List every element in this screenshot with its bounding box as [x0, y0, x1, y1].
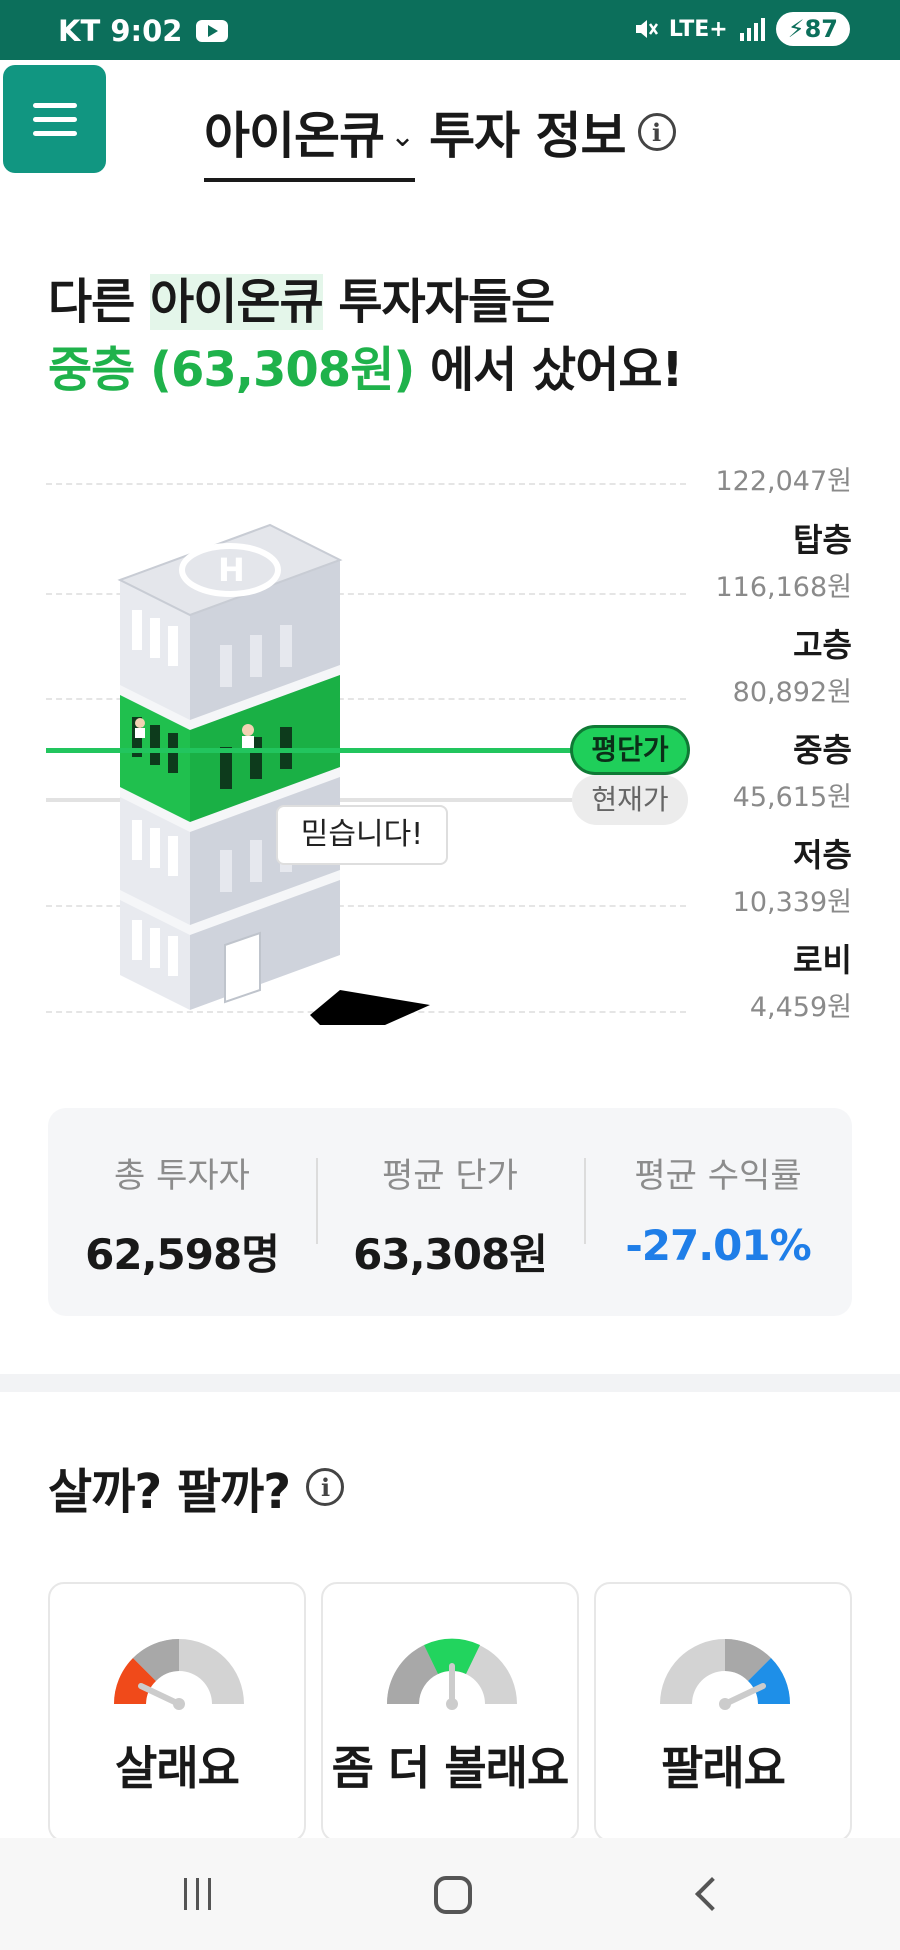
floor-label-lobby: 로비 [793, 941, 852, 979]
wait-card[interactable]: 좀 더 볼래요 [321, 1582, 579, 1842]
speech-bubble: 믿습니다! [276, 805, 448, 865]
headline-stock: 아이온큐 [150, 274, 324, 330]
avg-price-line [46, 748, 586, 753]
current-price-pill: 현재가 [572, 775, 688, 825]
buy-card[interactable]: 살래요 [48, 1582, 306, 1842]
battery-icon: ⚡87 [775, 12, 850, 46]
section-divider [0, 1374, 900, 1392]
stock-name: 아이온큐 [204, 107, 385, 165]
floor-price-mid: 45,615원 [732, 782, 852, 813]
signal-icon [739, 18, 765, 41]
gauge-icon [386, 1638, 517, 1710]
gauge-icon [660, 1639, 791, 1710]
stat-label: 평균 수익률 [634, 1156, 802, 1196]
info-icon[interactable]: i [306, 1468, 345, 1506]
status-bar: KT 9:02 LTE+ ⚡87 [0, 0, 900, 60]
stock-selector[interactable]: 아이온큐 ⌄ [204, 96, 416, 182]
chevron-down-icon: ⌄ [390, 118, 416, 154]
headline: 다른 아이온큐 투자자들은 중층 (63,308원) 에서 샀어요! [48, 268, 683, 404]
floor-label-top: 탑층 [793, 521, 852, 559]
gauge-icon [113, 1639, 244, 1710]
menu-icon [33, 103, 77, 108]
building-illustration: H [117, 523, 430, 1025]
back-icon[interactable] [695, 1877, 729, 1911]
info-icon[interactable]: i [637, 113, 676, 151]
sell-card[interactable]: 팔래요 [594, 1582, 852, 1842]
stat-value: 62,598명 [85, 1230, 280, 1279]
stat-value: -27.01% [625, 1221, 811, 1270]
headline-prefix: 다른 [48, 274, 151, 330]
stat-avg-price: 평균 단가 63,308원 [316, 1148, 584, 1282]
buy-sell-title-text: 살까? 팔까? [48, 1464, 291, 1520]
headline-line1: 다른 아이온큐 투자자들은 [48, 268, 682, 336]
headline-line2: 중층 (63,308원) 에서 샀어요! [48, 336, 683, 404]
svg-text:H: H [218, 551, 245, 589]
floor-label-high: 고층 [793, 626, 852, 664]
menu-icon-bar [33, 117, 77, 122]
headline-bought: 에서 샀어요! [414, 342, 683, 398]
buy-sell-title: 살까? 팔까? i [48, 1452, 345, 1522]
floor-price-low: 10,339원 [732, 887, 852, 918]
top-price: 122,047원 [715, 466, 853, 497]
system-nav-bar [0, 1838, 900, 1950]
recents-icon[interactable] [184, 1878, 211, 1910]
stats-card: 총 투자자 62,598명 평균 단가 63,308원 평균 수익률 -27.0… [48, 1108, 852, 1316]
headline-floor-price: 중층 (63,308원) [48, 342, 415, 398]
network-label: LTE+ [668, 16, 728, 42]
status-right: LTE+ ⚡87 [633, 12, 850, 46]
carrier-time: KT 9:02 [58, 14, 183, 48]
stat-avg-return: 평균 수익률 -27.01% [584, 1148, 852, 1270]
stat-total-investors: 총 투자자 62,598명 [48, 1148, 316, 1282]
page-title: 투자 정보 [429, 107, 626, 165]
mute-icon [635, 20, 658, 38]
floor-label-mid: 중층 [793, 731, 852, 769]
building-chart: 122,047원 탑층 116,168원 고층 80,892원 중층 45,61… [0, 455, 900, 1035]
status-left: KT 9:02 [58, 14, 229, 48]
floor-price-top: 116,168원 [715, 572, 853, 603]
floor-price-high: 80,892원 [732, 677, 852, 708]
home-icon[interactable] [434, 1876, 472, 1914]
headline-suffix: 투자자들은 [322, 274, 555, 330]
stat-label: 평균 단가 [382, 1156, 518, 1196]
stat-value: 63,308원 [353, 1230, 548, 1279]
menu-icon-bar [33, 131, 77, 136]
buy-label: 살래요 [115, 1741, 240, 1795]
battery-level: 87 [804, 15, 838, 43]
floor-price-lobby: 4,459원 [749, 992, 852, 1023]
sell-label: 팔래요 [661, 1741, 786, 1795]
floor-label-low: 저층 [793, 836, 852, 874]
menu-button[interactable] [3, 65, 106, 173]
wait-label: 좀 더 볼래요 [331, 1741, 570, 1795]
header-title: 아이온큐 ⌄ 투자 정보 i [204, 96, 676, 182]
youtube-icon [196, 20, 229, 42]
stat-label: 총 투자자 [114, 1156, 250, 1196]
avg-price-pill: 평단가 [570, 725, 690, 775]
